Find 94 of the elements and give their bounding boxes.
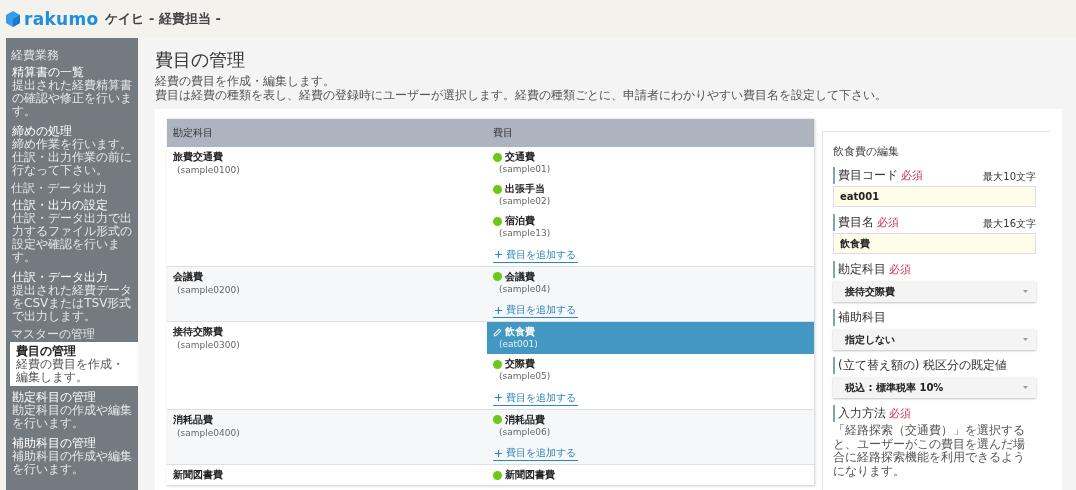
app-title: ケイヒ - 経費担当 - [105, 10, 221, 28]
sidebar-item-label: 勘定科目の管理 [12, 390, 97, 404]
column-header: 費目 [492, 126, 513, 140]
required-tag: 必須 [877, 215, 899, 230]
expense-item-name: 会議費 [505, 270, 535, 283]
plus-icon [495, 251, 502, 258]
field-label: 費目コード [833, 167, 898, 184]
sidebar-item-description: 提出された経費データをCSVまたはTSV形式で出力します。 [12, 284, 133, 323]
max-length-hint: 最大10文字 [983, 170, 1036, 184]
plus-icon [495, 449, 502, 457]
add-expense-link[interactable]: 費目を追加する [493, 304, 578, 318]
text-field[interactable]: eat001 [833, 186, 1036, 207]
sidebar-item[interactable]: 締めの処理 締め作業を行います。仕訳・出力作業の前に行なって下さい。 [6, 122, 138, 179]
account-name: 会議費 [173, 270, 204, 283]
expense-item-name: 交際費 [505, 358, 535, 370]
select-dropdown[interactable]: 税込 : 標準税率 10% [833, 377, 1036, 398]
sidebar-item[interactable]: 補助科目の管理 補助科目の作成や編集を行います。 [6, 434, 138, 478]
account-code: (sample0400) [177, 427, 241, 439]
required-tag: 必須 [889, 406, 911, 421]
expense-item-code: (sample05) [499, 371, 552, 382]
sidebar-item[interactable]: 勘定科目の管理 勘定科目の作成や編集を行います。 [6, 388, 138, 432]
sidebar-item-label: 補助科目の管理 [12, 436, 97, 450]
field-label: 入力方法 [833, 405, 886, 422]
expense-item-name: 新聞図書費 [505, 469, 555, 481]
field-label: 勘定科目 [833, 261, 886, 278]
edit-panel-title: 飲食費の編集 [833, 144, 900, 159]
caret-icon [1023, 338, 1028, 341]
sidebar-item-label: 費目の管理 [16, 344, 77, 358]
sidebar-item-description: 経費の費目を作成・編集します。 [16, 358, 125, 384]
sidebar-item-label: 仕訳・データ出力 [12, 270, 109, 284]
page-description: 経費の費目を作成・編集します。 [155, 74, 336, 88]
sidebar-item[interactable]: 精算書の一覧 提出された経費精算書の確認や修正を行います。 [6, 63, 138, 120]
sidebar-heading: 経費業務 [10, 48, 60, 62]
sidebar-item-description: 勘定科目の作成や編集を行います。 [12, 404, 133, 430]
sidebar-item-description: 補助科目の作成や編集を行います。 [12, 450, 133, 476]
expense-item-name: 宿泊費 [505, 215, 535, 227]
expense-item-code: (sample06) [499, 426, 552, 438]
sidebar-item-label: 仕訳・出力の設定 [12, 198, 109, 212]
add-expense-link[interactable]: 費目を追加する [493, 248, 578, 263]
field-label: 補助科目 [833, 309, 886, 326]
account-code: (sample0300) [177, 340, 241, 351]
select-dropdown[interactable]: 指定しない [833, 329, 1036, 350]
brand-logo-text: rakumo [24, 9, 99, 29]
sidebar-item-description: 締め作業を行います。仕訳・出力作業の前に行なって下さい。 [12, 138, 133, 177]
text-field[interactable]: 飲食費 [833, 233, 1036, 254]
required-tag: 必須 [889, 262, 911, 277]
required-tag: 必須 [901, 168, 923, 183]
expense-item-code: (sample04) [499, 283, 552, 295]
sidebar-item-label: 締めの処理 [12, 124, 73, 138]
expense-item-code: (sample13) [499, 228, 552, 239]
sidebar-item[interactable]: 費目の管理 経費の費目を作成・編集します。 [10, 342, 138, 386]
caret-icon [1023, 290, 1028, 293]
field-label: (立て替え額の) 税区分の既定値 [833, 357, 1008, 374]
sidebar-item-label: 精算書の一覧 [12, 65, 85, 79]
expense-item-code: (sample02) [499, 196, 552, 207]
sidebar-heading: 仕訳・データ出力 [10, 181, 108, 195]
expense-item-name: 飲食費 [505, 326, 535, 338]
sidebar-item[interactable]: 仕訳・出力の設定 仕訳・データ出力で出力するファイル形式の設定や確認を行います。 [6, 196, 138, 266]
sidebar-item[interactable]: 仕訳・データ出力 提出された経費データをCSVまたはTSV形式で出力します。 [6, 268, 138, 325]
plus-icon [495, 394, 502, 401]
caret-icon [1023, 386, 1028, 389]
expense-item-code: (sample01) [499, 164, 552, 175]
expense-item[interactable]: 交際費 (sample05) [487, 354, 814, 386]
sidebar-item-description: 提出された経費精算書の確認や修正を行います。 [12, 79, 133, 118]
expense-item-name: 出張手当 [505, 183, 545, 195]
select-dropdown[interactable]: 接待交際費 [833, 281, 1036, 302]
expense-item[interactable]: 会議費 (sample04) [487, 266, 814, 299]
field-label: 費目名 [833, 214, 874, 231]
account-name: 新聞図書費 [173, 469, 224, 481]
page-title: 費目の管理 [155, 48, 246, 72]
max-length-hint: 最大16文字 [983, 217, 1036, 231]
expense-item-name: 消耗品費 [505, 413, 545, 426]
sidebar-item-description: 仕訳・データ出力で出力するファイル形式の設定や確認を行います。 [12, 212, 133, 264]
expense-item-code: (eat001) [499, 339, 539, 350]
expense-item[interactable]: 宿泊費 (sample13) [487, 211, 814, 243]
sidebar-heading: マスターの管理 [10, 327, 96, 341]
add-expense-link[interactable]: 費目を追加する [493, 447, 578, 461]
account-code: (sample0100) [177, 165, 241, 176]
expense-item[interactable]: 交通費 (sample01) [487, 147, 814, 179]
field-description: 「経路探索（交通費）」を選択すると、ユーザーがこの費目を選んだ場合に経路探索機能を利用できるようになります。 [833, 424, 1026, 478]
account-name: 旅費交通費 [173, 151, 224, 163]
expense-item-name: 交通費 [505, 151, 535, 163]
add-expense-link[interactable]: 費目を追加する [493, 391, 578, 406]
expense-item[interactable]: 新聞図書費 [487, 465, 814, 485]
account-code: (sample0200) [177, 284, 241, 296]
account-name: 接待交際費 [173, 326, 224, 338]
account-name: 消耗品費 [173, 413, 214, 426]
pencil-icon [493, 327, 502, 337]
column-header: 勘定科目 [172, 126, 214, 140]
expense-item[interactable]: 出張手当 (sample02) [487, 179, 814, 211]
expense-item[interactable]: 消耗品費 (sample06) [487, 409, 814, 442]
cube-logo-icon [6, 11, 20, 27]
page-description: 費目は経費の種類を表し、経費の登録時にユーザーが選択します。経費の種類ごとに、申請者にわかりやすい費目名を設定して下さい。 [155, 88, 888, 102]
plus-icon [495, 306, 502, 314]
